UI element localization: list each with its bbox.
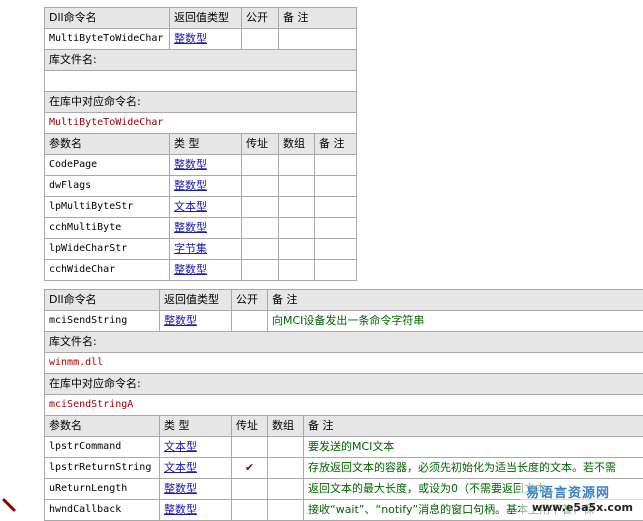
param-note[interactable]: 存放返回文本的容器，必须先初始化为适当长度的文本。若不需: [304, 458, 643, 479]
param-byref[interactable]: [232, 437, 268, 458]
param-name-header: 参数名: [45, 134, 170, 155]
param-name[interactable]: cchMultiByte: [45, 218, 170, 239]
watermark: 易语言资源网 www.e5a5x.com: [520, 480, 643, 518]
param-name[interactable]: CodePage: [45, 155, 170, 176]
dll-command-table-1: Dll命令名 返回值类型 公开 备 注 MultiByteToWideChar …: [44, 7, 357, 281]
array-header: 数组: [279, 134, 315, 155]
lib-cmd-label: 在库中对应命令名:: [45, 92, 357, 113]
param-byref[interactable]: [242, 197, 279, 218]
param-byref[interactable]: [242, 239, 279, 260]
param-name[interactable]: uReturnLength: [45, 479, 160, 500]
param-note-header: 备 注: [315, 134, 357, 155]
param-byref[interactable]: [242, 260, 279, 281]
param-type-header: 类 型: [170, 134, 242, 155]
param-name[interactable]: dwFlags: [45, 176, 170, 197]
param-row[interactable]: cchMultiByte 整数型: [45, 218, 357, 239]
param-type[interactable]: 字节集: [170, 239, 242, 260]
param-type[interactable]: 整数型: [160, 479, 232, 500]
public-header: 公开: [242, 8, 279, 29]
param-array[interactable]: [279, 239, 315, 260]
param-name[interactable]: lpstrReturnString: [45, 458, 160, 479]
param-name[interactable]: cchWideChar: [45, 260, 170, 281]
lib-file-value[interactable]: winmm.dll: [45, 353, 643, 374]
param-row[interactable]: lpMultiByteStr 文本型: [45, 197, 357, 218]
dll-name-header: Dll命令名: [45, 290, 160, 311]
param-type-header: 类 型: [160, 416, 232, 437]
param-array[interactable]: [279, 155, 315, 176]
param-type[interactable]: 整数型: [170, 176, 242, 197]
lib-file-value[interactable]: [45, 71, 357, 92]
param-array[interactable]: [268, 500, 304, 521]
param-note[interactable]: [315, 176, 357, 197]
param-row[interactable]: dwFlags 整数型: [45, 176, 357, 197]
param-note[interactable]: 要发送的MCI文本: [304, 437, 643, 458]
note-header: 备 注: [279, 8, 357, 29]
lib-cmd-value[interactable]: MultiByteToWideChar: [45, 113, 357, 134]
note-value[interactable]: [279, 29, 357, 50]
param-note[interactable]: [315, 239, 357, 260]
param-type[interactable]: 整数型: [170, 260, 242, 281]
param-note[interactable]: [315, 155, 357, 176]
param-name-header: 参数名: [45, 416, 160, 437]
param-array[interactable]: [268, 437, 304, 458]
param-array[interactable]: [279, 197, 315, 218]
param-byref[interactable]: [232, 479, 268, 500]
note-header: 备 注: [268, 290, 643, 311]
param-note[interactable]: [315, 260, 357, 281]
param-array[interactable]: [268, 458, 304, 479]
param-type[interactable]: 整数型: [160, 500, 232, 521]
param-name[interactable]: lpstrCommand: [45, 437, 160, 458]
public-value[interactable]: [232, 311, 268, 332]
watermark-title: 易语言资源网: [526, 482, 610, 501]
lib-cmd-label: 在库中对应命令名:: [45, 374, 643, 395]
param-row[interactable]: CodePage 整数型: [45, 155, 357, 176]
param-name[interactable]: lpMultiByteStr: [45, 197, 170, 218]
return-type-header: 返回值类型: [170, 8, 242, 29]
param-byref[interactable]: [242, 176, 279, 197]
lib-file-label: 库文件名:: [45, 332, 643, 353]
param-type[interactable]: 文本型: [170, 197, 242, 218]
param-name[interactable]: hwndCallback: [45, 500, 160, 521]
param-row[interactable]: lpstrReturnString 文本型 ✔ 存放返回文本的容器，必须先初始化…: [45, 458, 643, 479]
watermark-url: www.e5a5x.com: [532, 501, 633, 514]
dll-name-header: Dll命令名: [45, 8, 170, 29]
param-array[interactable]: [279, 218, 315, 239]
param-byref[interactable]: [232, 500, 268, 521]
dll-name-value[interactable]: MultiByteToWideChar: [45, 29, 170, 50]
param-type[interactable]: 整数型: [170, 155, 242, 176]
param-byref[interactable]: [242, 155, 279, 176]
note-value[interactable]: 向MCI设备发出一条命令字符串: [268, 311, 643, 332]
param-row[interactable]: lpstrCommand 文本型 要发送的MCI文本: [45, 437, 643, 458]
param-row[interactable]: lpWideCharStr 字节集: [45, 239, 357, 260]
pencil-icon: [2, 498, 16, 512]
byref-header: 传址: [232, 416, 268, 437]
array-header: 数组: [268, 416, 304, 437]
param-array[interactable]: [279, 260, 315, 281]
param-array[interactable]: [279, 176, 315, 197]
param-byref[interactable]: [242, 218, 279, 239]
param-name[interactable]: lpWideCharStr: [45, 239, 170, 260]
byref-header: 传址: [242, 134, 279, 155]
return-type-value[interactable]: 整数型: [170, 29, 242, 50]
public-header: 公开: [232, 290, 268, 311]
param-type[interactable]: 文本型: [160, 458, 232, 479]
byref-check-icon[interactable]: ✔: [232, 458, 268, 479]
param-note[interactable]: [315, 218, 357, 239]
lib-file-label: 库文件名:: [45, 50, 357, 71]
return-type-header: 返回值类型: [160, 290, 232, 311]
lib-cmd-value[interactable]: mciSendStringA: [45, 395, 643, 416]
public-value[interactable]: [242, 29, 279, 50]
param-array[interactable]: [268, 479, 304, 500]
return-type-value[interactable]: 整数型: [160, 311, 232, 332]
param-note-header: 备 注: [304, 416, 643, 437]
param-row[interactable]: cchWideChar 整数型: [45, 260, 357, 281]
dll-name-value[interactable]: mciSendString: [45, 311, 160, 332]
param-type[interactable]: 整数型: [170, 218, 242, 239]
param-note[interactable]: [315, 197, 357, 218]
param-type[interactable]: 文本型: [160, 437, 232, 458]
